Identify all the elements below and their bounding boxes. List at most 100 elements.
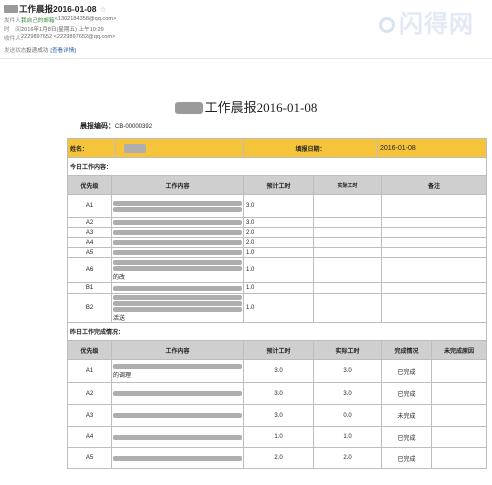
divider	[0, 58, 492, 59]
yesterday-table: 昨日工作完成情况： 优先级 工作内容 预计工时 实际工时 完成情况 未完成原因 …	[66, 322, 488, 469]
redacted-text	[113, 200, 242, 206]
estimated-hours-cell: 2.0	[243, 237, 314, 248]
reason-cell	[430, 382, 488, 405]
actual-hours-cell	[313, 237, 382, 248]
content-cell	[111, 426, 244, 448]
redacted-text	[113, 260, 242, 265]
actual-hours-cell	[313, 257, 382, 283]
recipient[interactable]: 2229897652 <2229897652@qq.com>	[21, 34, 115, 42]
completion-status-cell: 已完成	[381, 359, 432, 383]
status-label: 发送状态：	[4, 48, 32, 54]
redacted-text	[113, 206, 242, 212]
notes-cell	[380, 194, 488, 218]
content-cell	[111, 237, 244, 248]
today-section-title: 今日工作内容：	[66, 157, 488, 176]
redacted-text	[113, 295, 242, 300]
completion-status-cell: 已完成	[381, 382, 432, 405]
table-row: A3 2.0	[67, 227, 488, 238]
yesterday-section-title: 昨日工作完成情况：	[66, 322, 488, 341]
estimated-hours-cell: 1.0	[243, 257, 314, 283]
star-icon[interactable]: ☆	[99, 5, 106, 14]
table-row: B1 1.0	[67, 282, 488, 294]
actual-hours-cell	[313, 293, 382, 323]
content-cell: 的调理	[111, 359, 244, 383]
col-reason: 未完成原因	[430, 340, 488, 360]
priority-cell: A4	[67, 426, 112, 448]
completion-status-cell: 未完成	[381, 404, 432, 427]
actual-hours-cell: 2.0	[313, 447, 382, 469]
content-cell	[111, 194, 244, 218]
content-cell	[111, 247, 244, 258]
redacted-text	[113, 413, 242, 418]
redacted-text	[113, 220, 242, 225]
code-label: 晨报编码：	[80, 123, 115, 130]
col-completion: 完成情况	[381, 340, 432, 360]
redacted-text	[113, 285, 242, 291]
redacted-text	[113, 250, 242, 255]
time-row: 时 间： 2016年1月8日(星期五) 上午10:29	[4, 25, 104, 33]
content-cell	[111, 447, 244, 469]
priority-cell: A3	[67, 227, 112, 238]
estimated-hours-cell: 3.0	[243, 404, 314, 427]
content-cell: 活送	[111, 293, 244, 323]
date-value: 2016-01-08	[377, 138, 487, 158]
content-text: 的改	[113, 275, 126, 281]
notes-cell	[380, 237, 488, 248]
redacted-block	[174, 102, 203, 114]
table-row: A5 1.0	[67, 247, 488, 258]
report-code: 晨报编码：CB-00000392	[80, 121, 152, 131]
priority-cell: A2	[67, 217, 112, 228]
status-row: 发送状态： 投递成功 [查看详情]	[4, 46, 76, 54]
watermark: 闪得网	[379, 4, 474, 39]
redacted-text	[113, 391, 242, 396]
status-value: 投递成功	[26, 48, 49, 54]
redacted-text	[113, 455, 242, 461]
priority-cell: A6	[67, 257, 112, 283]
report-title-text: 工作晨报2016-01-08	[204, 100, 318, 115]
notes-cell	[380, 247, 488, 258]
from-row: 发件人： 我自己的邮箱 <1302184358@qq.com>	[4, 16, 116, 24]
redacted-text	[113, 230, 242, 235]
redacted-text	[113, 240, 242, 245]
name-label: 姓名：	[67, 138, 116, 158]
col-priority: 优先级	[67, 340, 112, 360]
time-label: 时 间：	[4, 27, 27, 33]
info-table: 姓名： 填报日期： 2016-01-08	[67, 138, 487, 158]
table-row: A1 3.0	[67, 194, 488, 218]
redacted-block	[4, 5, 18, 13]
col-content: 工作内容	[111, 340, 244, 360]
actual-hours-cell	[313, 227, 382, 238]
actual-hours-cell	[313, 217, 382, 228]
priority-cell: A5	[67, 447, 112, 469]
table-row: A3 3.0 0.0 未完成	[67, 404, 488, 427]
content-cell	[111, 227, 244, 238]
completion-status-cell: 已完成	[381, 426, 432, 448]
from-label: 发件人：	[4, 18, 27, 24]
table-row: A1 的调理 3.0 3.0 已完成	[67, 359, 488, 383]
actual-hours-cell: 3.0	[313, 382, 382, 405]
today-section-header: 今日工作内容：	[66, 157, 488, 176]
table-row: A2 3.0 3.0 已完成	[67, 382, 488, 405]
table-row: A4 1.0 1.0 已完成	[67, 426, 488, 448]
estimated-hours-cell: 3.0	[243, 194, 314, 218]
estimated-hours-cell: 2.0	[243, 227, 314, 238]
content-cell: 的改	[111, 257, 244, 283]
col-priority: 优先级	[67, 175, 112, 195]
view-details-link[interactable]: [查看详情]	[50, 46, 75, 54]
content-cell	[111, 282, 244, 294]
notes-cell	[380, 293, 488, 323]
content-text: 的调理	[113, 373, 132, 379]
priority-cell: A1	[67, 194, 112, 218]
priority-cell: A3	[67, 404, 112, 427]
estimated-hours-cell: 3.0	[243, 382, 314, 405]
sender-name[interactable]: 我自己的邮箱	[21, 16, 55, 24]
actual-hours-cell: 0.0	[313, 404, 382, 427]
content-cell	[111, 404, 244, 427]
sender-address: <1302184358@qq.com>	[54, 16, 117, 22]
watermark-text: 闪得网	[399, 10, 474, 38]
priority-cell: B2	[67, 293, 112, 323]
report-title: 工作晨报2016-01-08	[0, 97, 492, 116]
redacted-text	[113, 266, 242, 271]
estimated-hours-cell: 1.0	[243, 426, 314, 448]
completion-status-cell: 已完成	[381, 447, 432, 469]
